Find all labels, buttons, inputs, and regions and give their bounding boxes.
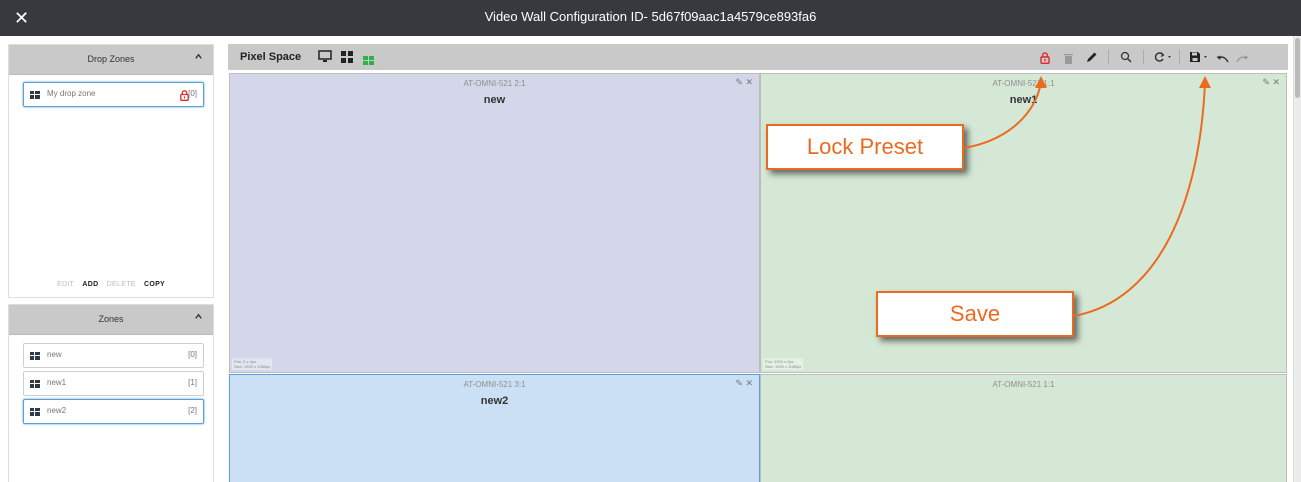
edit-pencil-icon[interactable] [1086,50,1098,68]
drop-zone-index: [0] [188,89,197,98]
save-icon[interactable] [1189,50,1211,68]
zone-tile[interactable]: AT-OMNI-521 1:1 [760,374,1287,482]
monitor-icon[interactable] [318,50,332,68]
zone-tile-name: new1 [1009,94,1038,106]
drop-zones-title: Drop Zones [87,54,135,64]
tile-controls[interactable]: ✎ ✕ [735,378,753,389]
toolbar-title: Pixel Space [240,51,302,63]
vertical-scrollbar[interactable] [1293,36,1301,482]
tile-size: Size: 1920 x 1080px [234,364,271,369]
drop-zone-item[interactable]: My drop zone [0] [23,82,204,107]
zones-header[interactable]: Zones [9,305,213,335]
scrollbar-thumb[interactable] [1295,38,1300,98]
layout-icon[interactable] [363,52,374,70]
device-label: AT-OMNI-521 1:1 [992,79,1055,88]
zone-item-selected[interactable]: new2 [2] [23,399,204,424]
video-wall-icon [30,352,40,360]
toolbar-divider [1108,50,1109,64]
zone-name: new [47,350,62,359]
video-wall-icon [30,380,40,388]
device-label: AT-OMNI-521 1:1 [992,380,1055,389]
pixel-space-toolbar: Pixel Space [228,44,1288,70]
zone-tile[interactable]: AT-OMNI-521 2:1 new ✎ ✕ Pos: 0 x 0px Siz… [229,73,760,373]
zone-index: [2] [188,406,197,415]
zone-name: new1 [47,378,67,387]
toolbar-divider [1143,50,1144,64]
title-bar: ✕ Video Wall Configuration ID- 5d67f09aa… [0,0,1301,36]
edit-button[interactable]: EDIT [57,281,74,288]
zone-tile-name: new2 [480,395,509,407]
zones-title: Zones [98,314,124,324]
delete-button[interactable]: DELETE [107,281,136,288]
zoom-icon[interactable] [1120,50,1132,68]
device-label: AT-OMNI-521 2:1 [463,79,526,88]
toolbar-divider [1179,50,1180,64]
chevron-up-icon[interactable] [194,312,203,324]
lock-preset-callout: Lock Preset [766,124,964,170]
device-label: AT-OMNI-521 3:1 [463,380,526,389]
video-wall-icon [30,91,40,99]
zone-tile-name: new [483,94,506,106]
drop-zone-actions: EDIT ADD DELETE COPY [9,281,213,288]
lock-icon[interactable] [1040,51,1050,69]
zone-name: new2 [47,406,67,415]
zones-panel: Zones new [0] new1 [1] new2 [2] [8,304,214,482]
window-title: Video Wall Configuration ID- 5d67f09aac1… [484,9,817,24]
refresh-icon[interactable] [1154,50,1174,68]
drop-zone-name: My drop zone [47,89,96,98]
pixel-space-canvas[interactable]: AT-OMNI-521 2:1 new ✎ ✕ Pos: 0 x 0px Siz… [228,72,1288,482]
tile-info: Pos: 0 x 0px Size: 1920 x 1080px [232,358,273,370]
copy-button[interactable]: COPY [144,281,165,288]
add-button[interactable]: ADD [82,281,98,288]
zone-item[interactable]: new [0] [23,343,204,368]
video-wall-icon [30,408,40,416]
zone-item[interactable]: new1 [1] [23,371,204,396]
undo-icon[interactable] [1216,51,1229,69]
drop-zones-header[interactable]: Drop Zones [9,45,213,75]
delete-icon[interactable] [1064,51,1073,69]
save-callout: Save [876,291,1074,337]
redo-icon[interactable] [1236,51,1249,69]
tile-size: Size: 1920 x 1080px [765,364,802,369]
chevron-up-icon[interactable] [194,52,203,64]
tile-controls[interactable]: ✎ ✕ [1262,77,1280,88]
zone-tile-selected[interactable]: AT-OMNI-521 3:1 new2 ✎ ✕ [229,374,760,482]
zone-index: [0] [188,350,197,359]
tile-controls[interactable]: ✎ ✕ [735,77,753,88]
drop-zones-panel: Drop Zones My drop zone [0] EDIT ADD DEL… [8,44,214,298]
zone-index: [1] [188,378,197,387]
tile-info: Pos: 1920 x 0px Size: 1920 x 1080px [763,358,804,370]
grid-icon[interactable] [341,50,353,68]
